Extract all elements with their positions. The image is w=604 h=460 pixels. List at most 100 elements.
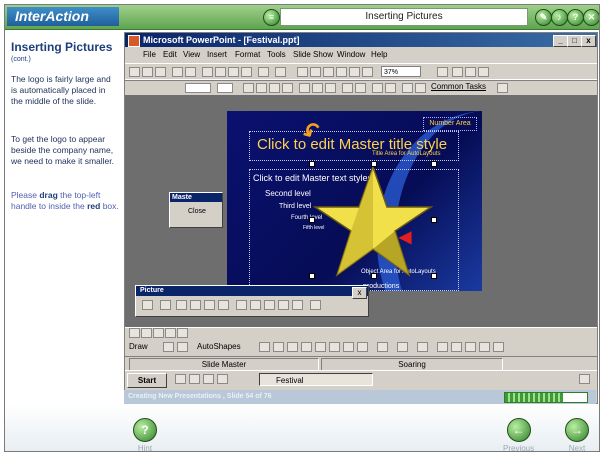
align-center-icon[interactable] [312,83,323,93]
window-close-button[interactable]: x [581,35,596,47]
3d-style-icon[interactable] [493,342,504,352]
grayscale-icon[interactable] [362,67,373,77]
table-icon[interactable] [310,67,321,77]
less-contrast-icon[interactable] [190,300,201,310]
resize-handle-top-left[interactable] [309,161,315,167]
outlook-icon[interactable] [203,374,214,384]
browser-icon[interactable] [189,374,200,384]
resize-handle-bottom-right[interactable] [431,273,437,279]
menu-help[interactable]: Help [371,48,387,62]
help-icon[interactable] [497,83,508,93]
set-transparent-icon[interactable] [292,300,303,310]
menu-slide-show[interactable]: Slide Show [293,48,333,62]
taskbar-festival[interactable]: Festival [259,373,373,386]
cut-icon[interactable] [202,67,213,77]
pin-icon[interactable]: ✎ [535,9,552,26]
format-picture-icon[interactable] [278,300,289,310]
undo-icon[interactable] [258,67,269,77]
increase-font-icon[interactable] [372,83,383,93]
arrow-style-icon[interactable] [465,342,476,352]
bullets-icon[interactable] [355,83,366,93]
menu-insert[interactable]: Insert [207,48,227,62]
sorter-view-icon[interactable] [165,328,176,338]
paste-icon[interactable] [228,67,239,77]
close-icon[interactable]: ✕ [583,9,599,26]
line-style-icon[interactable] [250,300,261,310]
less-brightness-icon[interactable] [218,300,229,310]
menu-icon[interactable]: ≡ [263,9,280,26]
shadow-icon[interactable] [282,83,293,93]
reset-picture-icon[interactable] [310,300,321,310]
office-assistant-icon[interactable] [437,67,448,77]
crop-icon[interactable] [236,300,247,310]
more-brightness-icon[interactable] [204,300,215,310]
media-icon[interactable] [217,374,228,384]
resize-handle-right[interactable] [431,217,437,223]
numbering-icon[interactable] [342,83,353,93]
resize-handle-left[interactable] [309,217,315,223]
menu-edit[interactable]: Edit [163,48,177,62]
spelling-icon[interactable] [185,67,196,77]
oval-icon[interactable] [301,342,312,352]
insert-picture-icon[interactable] [142,300,153,310]
new-slide-icon[interactable] [336,67,347,77]
image-control-icon[interactable] [160,300,171,310]
normal-view-icon[interactable] [129,328,140,338]
open-icon[interactable] [142,67,153,77]
start-button[interactable]: Start [127,373,167,388]
next-button[interactable]: → Next [565,418,589,451]
decrease-font-icon[interactable] [385,83,396,93]
wordart-icon[interactable] [329,342,340,352]
align-right-icon[interactable] [325,83,336,93]
save-icon[interactable] [155,67,166,77]
select-arrow-icon[interactable] [163,342,174,352]
audio-icon[interactable]: ♪ [551,9,568,26]
menu-file[interactable]: File [143,48,156,62]
underline-icon[interactable] [269,83,280,93]
insert-picture-icon[interactable] [357,342,368,352]
slide-view-icon[interactable] [153,328,164,338]
menu-window[interactable]: Window [337,48,365,62]
shadow-style-icon[interactable] [479,342,490,352]
desktop-icon[interactable] [175,374,186,384]
picture-toolbar-close[interactable]: x [352,287,367,299]
number-area-placeholder[interactable]: Number Area [423,117,477,131]
expand-icon[interactable] [349,67,360,77]
resize-handle-bottom-left[interactable] [309,273,315,279]
format-painter-icon[interactable] [241,67,252,77]
search-icon[interactable] [465,67,476,77]
help-icon[interactable]: ? [567,9,584,26]
clipart-icon[interactable] [343,342,354,352]
line-color-icon[interactable] [397,342,408,352]
common-tasks-menu[interactable]: Common Tasks [431,82,486,91]
draw-menu[interactable]: Draw [129,339,148,355]
resize-handle-bottom[interactable] [371,273,377,279]
promote-icon[interactable] [402,83,413,93]
recolor-icon[interactable] [264,300,275,310]
italic-icon[interactable] [256,83,267,93]
font-size-select[interactable] [217,83,233,93]
line-icon[interactable] [259,342,270,352]
chart-icon[interactable] [323,67,334,77]
resize-handle-top-right[interactable] [431,161,437,167]
resize-handle-top[interactable] [371,161,377,167]
previous-button[interactable]: ← Previous [503,418,534,451]
arrow-icon[interactable] [273,342,284,352]
maximize-button[interactable]: □ [567,35,582,47]
rectangle-icon[interactable] [287,342,298,352]
save-as-icon[interactable] [452,67,463,77]
slideshow-view-icon[interactable] [177,328,188,338]
print-icon[interactable] [172,67,183,77]
more-contrast-icon[interactable] [176,300,187,310]
tools-icon[interactable] [478,67,489,77]
menu-format[interactable]: Format [235,48,260,62]
minimize-button[interactable]: _ [553,35,568,47]
outline-view-icon[interactable] [141,328,152,338]
hint-button[interactable]: ? Hint [133,418,157,451]
autoshapes-menu[interactable]: AutoShapes [197,339,241,355]
textbox-icon[interactable] [315,342,326,352]
bold-icon[interactable] [243,83,254,93]
fill-color-icon[interactable] [377,342,388,352]
menu-tools[interactable]: Tools [267,48,286,62]
star-logo-image[interactable] [313,165,433,277]
